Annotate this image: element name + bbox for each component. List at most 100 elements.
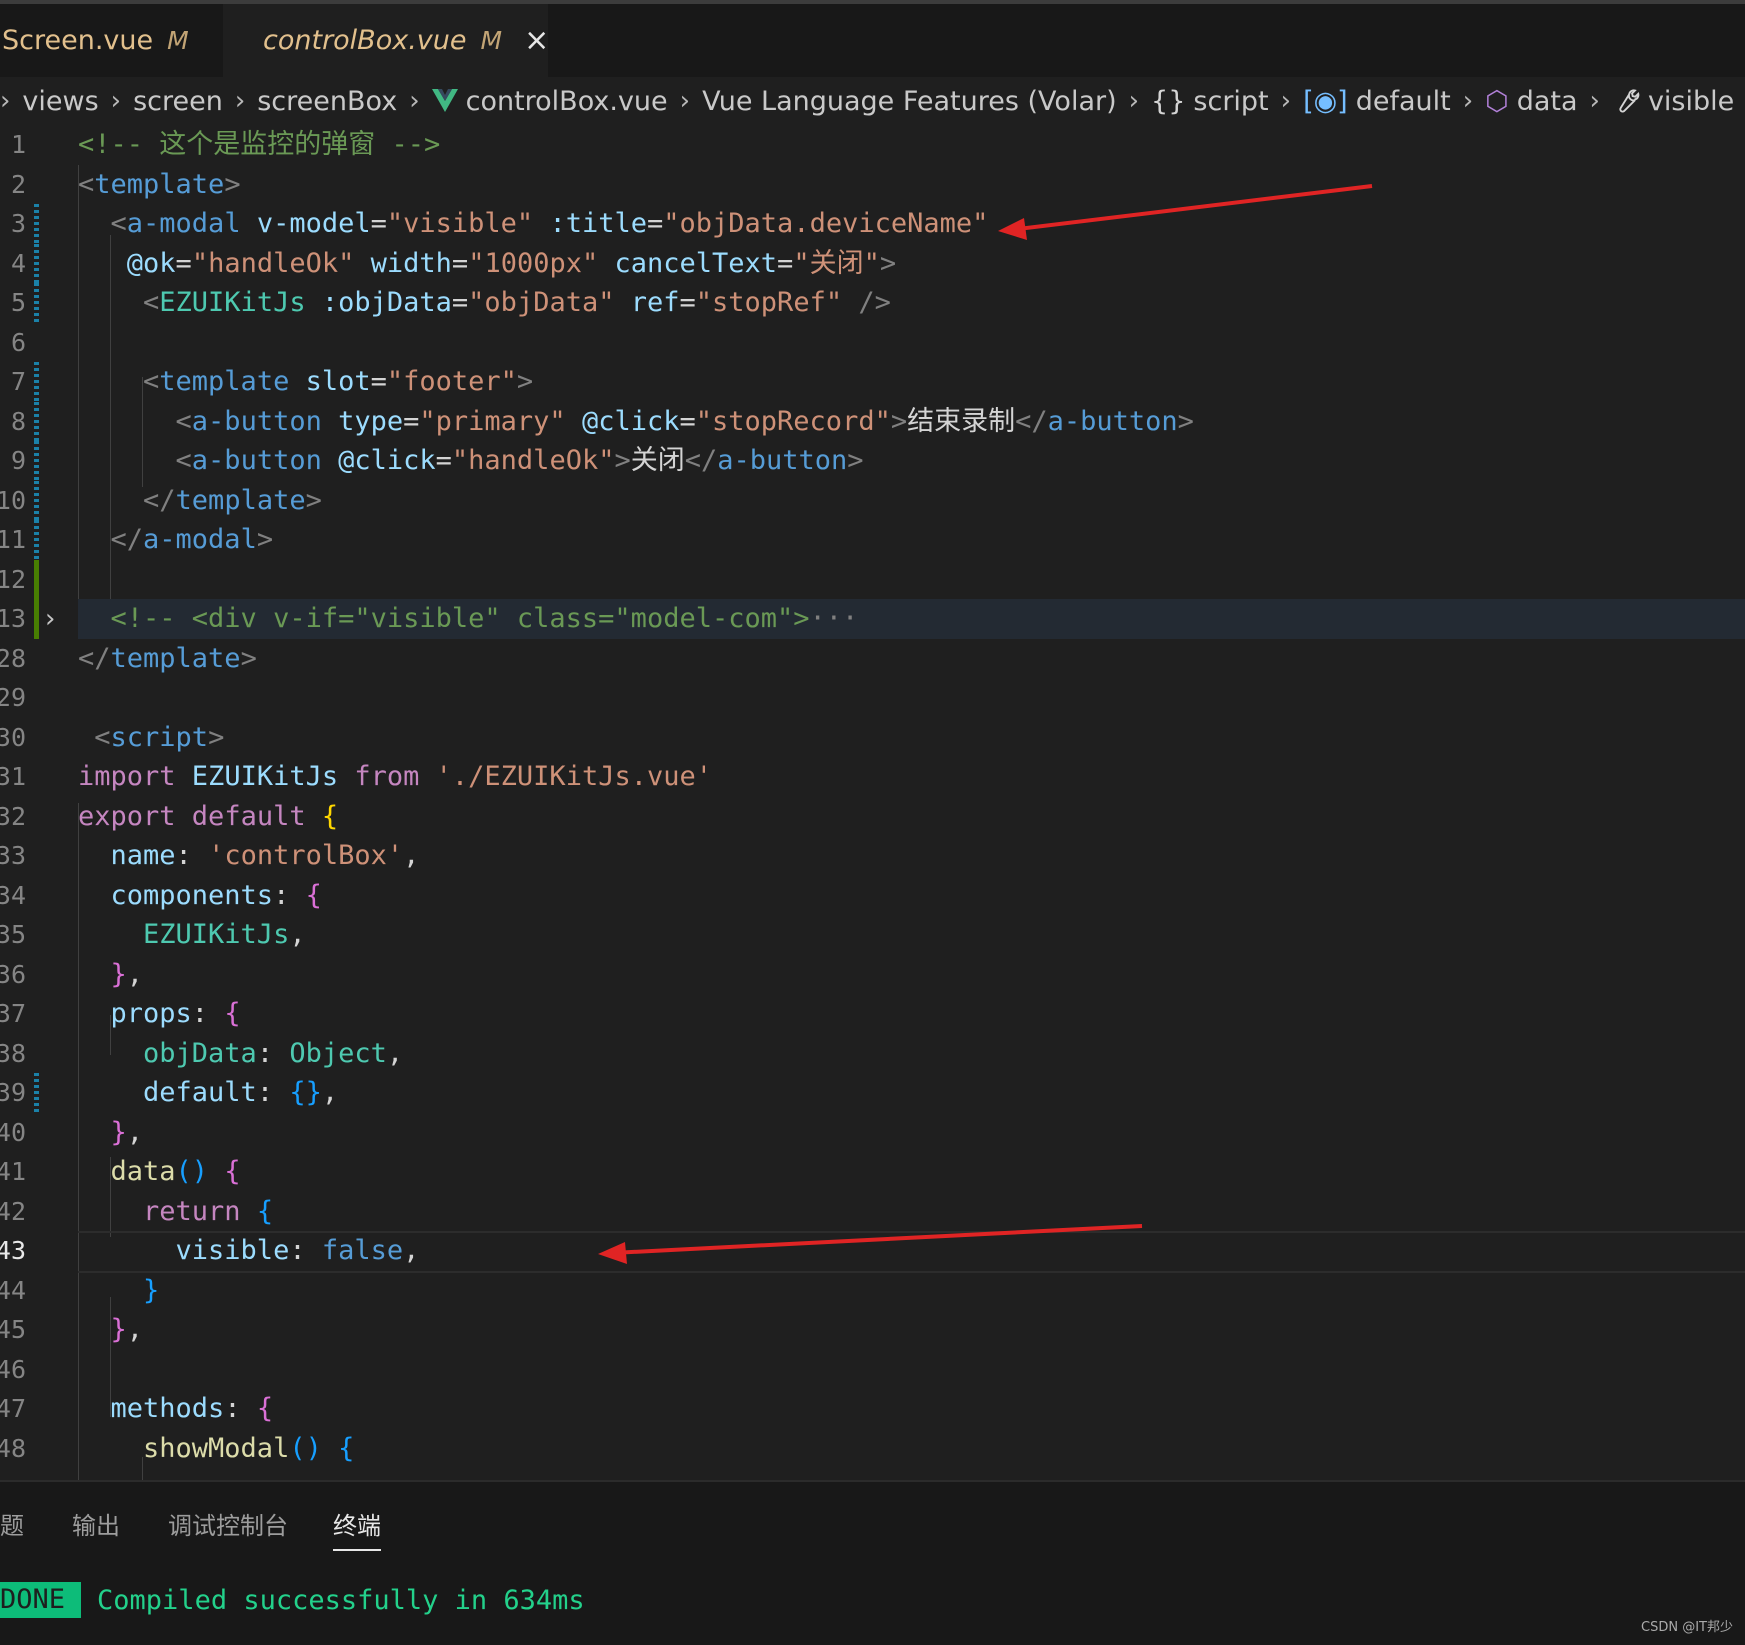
code-line: 2 <template>: [0, 165, 1745, 205]
line-number: 30: [0, 723, 26, 752]
breadcrumb-item-controlbox[interactable]: controlBox.vue: [431, 86, 668, 117]
line-content: <template slot="footer">: [78, 366, 534, 397]
line-content: props: {: [78, 998, 241, 1029]
code-line: 32 export default {: [0, 797, 1745, 837]
modified-gutter-marker: [34, 283, 39, 323]
breadcrumb-item-visible[interactable]: visible: [1612, 86, 1734, 117]
line-number: 13: [0, 604, 26, 633]
code-line: 37 props: {: [0, 994, 1745, 1034]
tab-problems[interactable]: 题: [0, 1506, 24, 1541]
code-line: 7 <template slot="footer">: [0, 362, 1745, 402]
modified-indicator: M: [480, 26, 503, 55]
fold-ellipsis[interactable]: ···: [810, 603, 859, 634]
variable-icon: [◉]: [1303, 85, 1348, 117]
code-line: 41 data() {: [0, 1152, 1745, 1192]
line-content: name: 'controlBox',: [78, 840, 420, 871]
line-number: 36: [0, 960, 26, 989]
close-icon[interactable]: ×: [524, 25, 549, 56]
line-number: 46: [0, 1355, 26, 1384]
line-content: @ok="handleOk" width="1000px" cancelText…: [78, 248, 897, 279]
code-line: 30 <script>: [0, 718, 1745, 758]
code-line: 35 EZUIKitJs,: [0, 915, 1745, 955]
code-line: 3 <a-modal v-model="visible" :title="obj…: [0, 204, 1745, 244]
tab-label: controlBox.vue: [263, 25, 467, 56]
code-editor[interactable]: 1 <!-- 这个是监控的弹窗 --> 2 <template> 3 <a-mo…: [0, 125, 1745, 1480]
line-number: 35: [0, 920, 26, 949]
line-number: 4: [10, 249, 26, 278]
breadcrumb-item-screen[interactable]: screen: [133, 86, 223, 117]
line-number: 31: [0, 762, 26, 791]
code-line: 44 }: [0, 1271, 1745, 1311]
line-number: 37: [0, 999, 26, 1028]
breadcrumb-item-volar[interactable]: Vue Language Features (Volar): [702, 86, 1117, 117]
code-line: 28 </template>: [0, 639, 1745, 679]
chevron-right-icon: ›: [234, 86, 246, 116]
code-line: 33 name: 'controlBox',: [0, 836, 1745, 876]
code-line: 8 <a-button type="primary" @click="stopR…: [0, 402, 1745, 442]
line-number: 7: [10, 367, 26, 396]
line-content: }: [78, 1275, 160, 1306]
tab-screen-vue[interactable]: Screen.vue M: [0, 4, 222, 77]
line-number: 3: [10, 209, 26, 238]
chevron-right-icon: ›: [110, 86, 122, 116]
tab-label: Screen.vue: [2, 25, 154, 56]
line-number: 32: [0, 802, 26, 831]
code-line: 6: [0, 323, 1745, 363]
line-content: objData: Object,: [78, 1038, 404, 1069]
line-content: EZUIKitJs,: [78, 919, 306, 950]
code-line: 11 </a-modal>: [0, 520, 1745, 560]
line-content: </template>: [78, 643, 257, 674]
line-number: 29: [0, 683, 26, 712]
breadcrumb-item-script[interactable]: {} script: [1151, 86, 1269, 117]
line-content: visible: false,: [78, 1235, 420, 1266]
tab-output[interactable]: 输出: [72, 1506, 120, 1541]
code-line: 4 @ok="handleOk" width="1000px" cancelTe…: [0, 244, 1745, 284]
line-number: 12: [0, 565, 26, 594]
tab-debug-console[interactable]: 调试控制台: [168, 1506, 288, 1541]
done-badge: DONE: [0, 1582, 82, 1618]
line-number: 41: [0, 1157, 26, 1186]
line-content: <!-- <div v-if="visible" class="model-co…: [78, 603, 859, 634]
modified-gutter-marker: [34, 362, 39, 402]
line-number: 1: [10, 130, 26, 159]
line-content: <EZUIKitJs :objData="objData" ref="stopR…: [78, 287, 891, 318]
code-line: 1 <!-- 这个是监控的弹窗 -->: [0, 125, 1745, 165]
chevron-right-icon: ›: [0, 86, 11, 116]
line-number: 43: [0, 1236, 26, 1265]
line-number: 42: [0, 1197, 26, 1226]
line-number: 5: [10, 288, 26, 317]
tab-terminal[interactable]: 终端: [333, 1506, 381, 1551]
line-number: 44: [0, 1276, 26, 1305]
line-content: export default {: [78, 801, 339, 832]
line-number: 2: [10, 170, 26, 199]
line-number: 45: [0, 1315, 26, 1344]
editor-tab-bar: Screen.vue M controlBox.vue M ×: [0, 0, 1745, 77]
chevron-right-icon: ›: [409, 86, 420, 116]
tab-controlbox-vue[interactable]: controlBox.vue M ×: [223, 4, 549, 77]
line-number: 11: [0, 525, 26, 554]
breadcrumb-label: script: [1193, 85, 1269, 117]
code-line-folded: 13 › <!-- <div v-if="visible" class="mod…: [0, 599, 1745, 639]
breadcrumb-item-default[interactable]: [◉] default: [1303, 86, 1451, 117]
line-content: <script>: [78, 722, 225, 753]
modified-gutter-marker: [34, 204, 39, 244]
breadcrumb-item-screenbox[interactable]: screenBox: [257, 86, 397, 117]
code-line: 10 </template>: [0, 481, 1745, 521]
braces-icon: {}: [1151, 85, 1186, 117]
line-number: 28: [0, 644, 26, 673]
line-content: data() {: [78, 1156, 241, 1187]
line-content: },: [78, 1314, 144, 1345]
breadcrumb-item-views[interactable]: views: [22, 86, 98, 117]
line-number: 40: [0, 1118, 26, 1147]
fold-chevron-icon[interactable]: ›: [45, 599, 55, 639]
modified-indicator: M: [167, 26, 189, 55]
line-content: <!-- 这个是监控的弹窗 -->: [78, 129, 441, 160]
line-content: <a-button type="primary" @click="stopRec…: [78, 406, 1194, 437]
line-number: 34: [0, 881, 26, 910]
vue-file-icon: [431, 89, 458, 112]
line-content: methods: {: [78, 1393, 274, 1424]
breadcrumb-item-data[interactable]: ⬡ data: [1485, 86, 1577, 117]
line-number: 10: [0, 486, 26, 515]
code-line-current: 43 visible: false,: [0, 1231, 1745, 1273]
line-content: },: [78, 959, 144, 990]
